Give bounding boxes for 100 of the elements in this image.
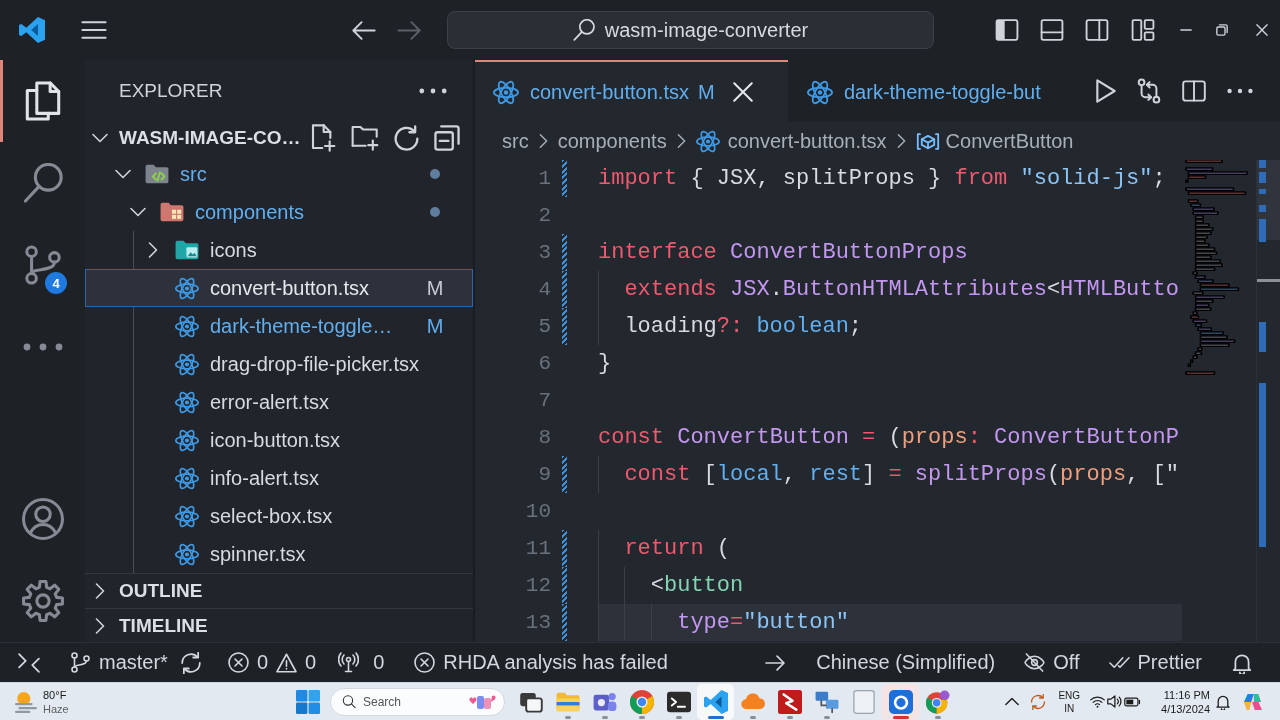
- settings-icon[interactable]: [21, 580, 64, 622]
- tree-item[interactable]: components: [85, 193, 473, 231]
- eye-off-icon: [1024, 652, 1046, 673]
- new-folder-icon[interactable]: [351, 125, 379, 151]
- new-file-icon[interactable]: [310, 124, 336, 152]
- back-arrow-icon[interactable]: [352, 20, 376, 40]
- analysis-status-button[interactable]: RHDA analysis has failed: [414, 651, 668, 674]
- line-number: 3: [537, 240, 552, 266]
- tree-item[interactable]: select-box.tsx: [85, 497, 473, 535]
- wifi-icon[interactable]: [1090, 695, 1106, 708]
- tree-item[interactable]: convert-button.tsx M: [85, 269, 473, 307]
- atom-icon: [175, 390, 199, 414]
- weather-widget[interactable]: 80°F Haze: [15, 687, 69, 716]
- input-language-button[interactable]: ENG IN: [1058, 688, 1081, 715]
- split-view-icon[interactable]: [1182, 80, 1206, 102]
- language-button[interactable]: Chinese (Simplified): [816, 651, 996, 674]
- line-number: 5: [537, 314, 552, 340]
- tree-item[interactable]: icon-button.tsx: [85, 421, 473, 459]
- line-number: 13: [524, 610, 552, 636]
- clock-button[interactable]: 11:16 PM 4/13/2024: [1161, 687, 1210, 716]
- zigzag-tile-icon[interactable]: [777, 689, 802, 714]
- line-number: 7: [537, 388, 552, 414]
- search-icon[interactable]: [22, 163, 63, 203]
- pinwheel-logo-icon[interactable]: [1243, 692, 1263, 711]
- more-icon[interactable]: [22, 343, 63, 351]
- more-icon[interactable]: [419, 87, 447, 94]
- tree-item[interactable]: error-alert.tsx: [85, 383, 473, 421]
- tree-item[interactable]: spinner.tsx: [85, 535, 473, 573]
- error-icon: [414, 652, 436, 673]
- line-number: 6: [537, 351, 552, 377]
- panel-layout-icon[interactable]: [1040, 19, 1064, 41]
- atom-icon: [493, 79, 519, 105]
- breadcrumb[interactable]: ConvertButton: [915, 129, 1074, 153]
- editor-tab[interactable]: convert-button.tsx M: [475, 60, 788, 122]
- speaker-icon[interactable]: [1107, 695, 1123, 708]
- tree-item[interactable]: drag-drop-file-picker.tsx: [85, 345, 473, 383]
- close-icon[interactable]: [1256, 24, 1268, 36]
- collapse-all-icon[interactable]: [434, 125, 460, 151]
- breadcrumb[interactable]: convert-button.tsx: [695, 129, 887, 153]
- ports-button[interactable]: 0: [338, 651, 385, 674]
- tree-item[interactable]: info-alert.tsx: [85, 459, 473, 497]
- ribbon-logo-icon[interactable]: [703, 689, 728, 714]
- modified-status: M: [697, 80, 715, 104]
- restore-icon[interactable]: [1216, 24, 1228, 36]
- sync-icon[interactable]: [179, 651, 202, 674]
- breadcrumb-separator-icon: [896, 133, 906, 149]
- layout-grid-icon[interactable]: [1131, 19, 1155, 41]
- line-number: 2: [537, 203, 552, 229]
- sun-haze-icon: [15, 690, 37, 713]
- ring-tile-icon[interactable]: [888, 689, 913, 714]
- right-sidebar-layout-icon[interactable]: [1085, 19, 1109, 41]
- terminal-icon[interactable]: [666, 689, 691, 714]
- modified-status: M: [425, 276, 445, 300]
- code-line: <button: [650, 573, 744, 598]
- atom-icon: [175, 428, 199, 452]
- segmented-circle-icon[interactable]: [629, 689, 654, 714]
- section-header[interactable]: WASM-IMAGE-CO…: [85, 121, 473, 155]
- chevron-up-icon[interactable]: [1005, 697, 1020, 706]
- play-icon[interactable]: [1096, 79, 1116, 103]
- remote-icon[interactable]: [18, 652, 40, 673]
- monitors-icon[interactable]: [814, 689, 839, 714]
- section-header[interactable]: OUTLINE: [85, 573, 473, 608]
- tree-item[interactable]: src: [85, 155, 473, 193]
- visibility-button[interactable]: Off: [1024, 651, 1080, 674]
- bell-icon[interactable]: [1216, 693, 1230, 710]
- refresh-icon[interactable]: [394, 125, 419, 151]
- taskbar-app-button[interactable]: [697, 683, 734, 720]
- arrow-right-icon[interactable]: [765, 654, 786, 671]
- badged-circle-icon[interactable]: [925, 689, 950, 714]
- close-icon[interactable]: [732, 82, 753, 102]
- branch-button[interactable]: master*: [70, 651, 168, 674]
- taskbar-app-button[interactable]: [882, 683, 919, 720]
- code-line: loading?: boolean;: [624, 314, 863, 339]
- branch-icon: [70, 652, 91, 673]
- ribbon-logo-icon: [19, 17, 45, 43]
- line-number: 4: [537, 277, 552, 303]
- breadcrumb-separator-icon: [538, 133, 548, 149]
- four-squares-icon[interactable]: [296, 689, 320, 714]
- problems-button[interactable]: 0 0: [227, 651, 317, 674]
- atom-icon: [807, 79, 833, 105]
- atom-icon: [175, 276, 199, 300]
- code-line: const ConvertButton = (props: ConvertButtonP: [598, 425, 1179, 450]
- breadcrumb[interactable]: components: [557, 129, 667, 153]
- grid-folder-icon: [160, 202, 184, 222]
- more-icon[interactable]: [1227, 88, 1253, 94]
- formatter-button[interactable]: Prettier: [1108, 651, 1202, 674]
- line-number: 9: [537, 462, 552, 488]
- command-center[interactable]: wasm-image-converter: [447, 11, 934, 49]
- code-line: extends JSX.ButtonHTMLAttributes<HTMLButto: [624, 277, 1179, 302]
- menu-icon[interactable]: [81, 21, 107, 39]
- account-icon[interactable]: [21, 498, 64, 540]
- error-icon: [227, 652, 249, 673]
- sidebar-layout-icon[interactable]: [995, 19, 1019, 41]
- compare-icon[interactable]: [1137, 78, 1161, 104]
- tree-item[interactable]: dark-theme-toggle… M: [85, 307, 473, 345]
- breadcrumb[interactable]: src: [502, 129, 529, 153]
- search-field[interactable]: Search: [330, 687, 505, 716]
- battery-icon[interactable]: [1124, 696, 1142, 707]
- line-number: 11: [524, 536, 552, 562]
- tree-item[interactable]: icons: [85, 231, 473, 269]
